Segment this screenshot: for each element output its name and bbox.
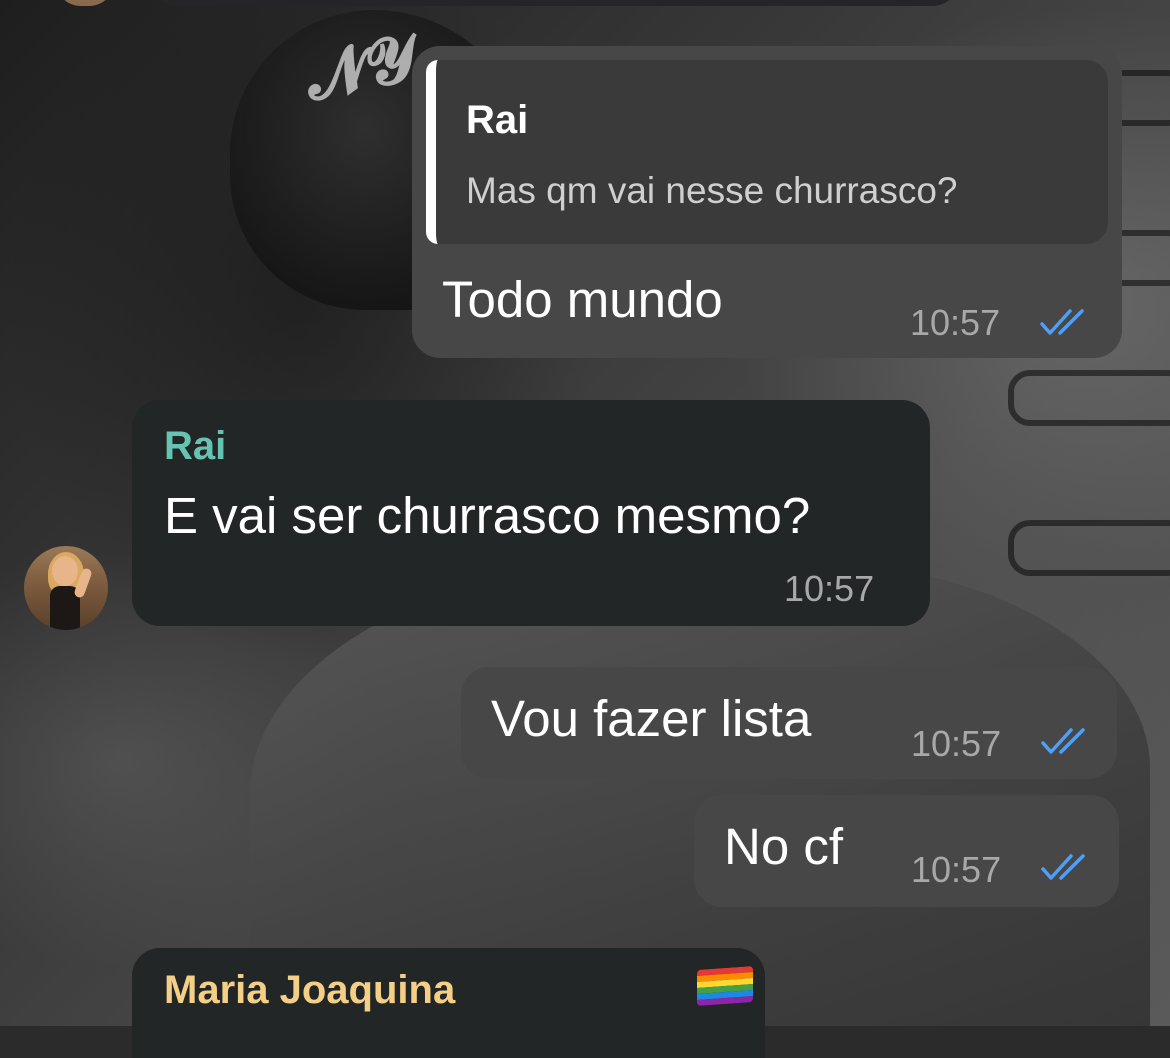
message-timestamp: 10:57 [911,723,1002,764]
previous-message-bubble[interactable] [150,0,960,6]
avatar-face [52,556,78,586]
message-bubble-incoming[interactable]: Rai E vai ser churrasco mesmo? 10:57 [132,400,930,626]
quoted-reply[interactable]: Rai Mas qm vai nesse churrasco? [426,60,1108,244]
sender-name[interactable]: Rai [164,424,226,469]
message-bubble-incoming[interactable]: Maria Joaquina [132,948,765,1058]
quoted-sender-name: Rai [466,98,529,142]
wallpaper-eyeglasses [1008,520,1170,576]
quoted-message-text: Mas qm vai nesse churrasco? [466,170,958,211]
read-receipt-icon [1041,728,1085,754]
message-text: E vai ser churrasco mesmo? [164,487,811,544]
contact-avatar[interactable] [24,546,108,630]
sender-name[interactable]: Maria Joaquina [164,968,455,1013]
message-bubble-outgoing[interactable]: Rai Mas qm vai nesse churrasco? Todo mun… [412,46,1122,358]
message-timestamp: 10:57 [911,849,1002,890]
read-receipt-icon [1040,309,1084,335]
message-text: Vou fazer lista [491,690,812,747]
message-bubble-outgoing[interactable]: Vou fazer lista 10:57 [461,667,1117,779]
read-receipt-icon [1041,854,1085,880]
message-bubble-outgoing[interactable]: No cf 10:57 [694,795,1119,907]
message-text: Todo mundo [442,271,723,328]
rainbow-flag-icon [697,966,753,1006]
wallpaper-eyeglasses [1008,370,1170,426]
message-text: No cf [724,818,844,875]
message-timestamp: 10:57 [910,302,1001,343]
message-timestamp: 10:57 [784,568,875,609]
